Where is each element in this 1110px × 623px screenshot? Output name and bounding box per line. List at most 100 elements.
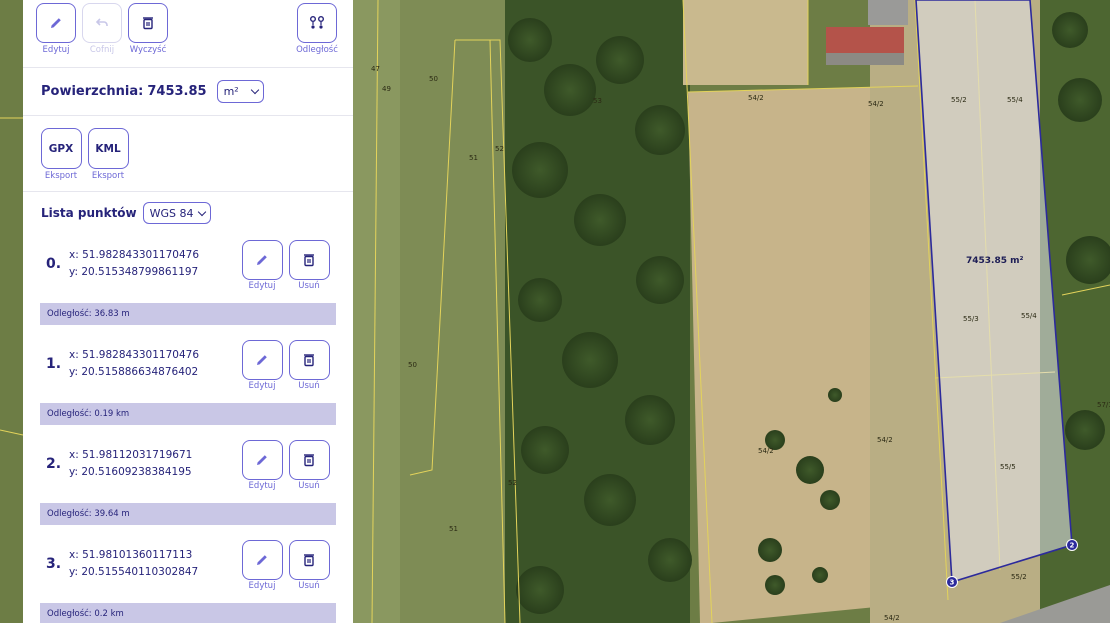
- kml-export-button[interactable]: KML: [87, 128, 129, 169]
- point-delete-button[interactable]: [288, 340, 330, 380]
- pencil-icon: [51, 18, 61, 28]
- point-coords: x: 51.98101360117113 y: 20.5155401103028…: [69, 547, 198, 581]
- chevron-down-icon: [250, 85, 259, 95]
- unit-select[interactable]: m²: [216, 80, 264, 103]
- clear-label: Wyczyść: [129, 45, 167, 55]
- trash-icon: [143, 17, 153, 30]
- parcel-label: 55/2: [951, 96, 967, 104]
- parcel-label: 51: [469, 154, 478, 162]
- point-delete[interactable]: Usuń: [287, 340, 331, 391]
- clear-tool[interactable]: Wyczyść: [126, 3, 170, 55]
- trash-icon: [304, 254, 314, 267]
- parcel-label: 57/1: [1097, 401, 1110, 409]
- undo-icon: [95, 18, 108, 26]
- point-edit-label: Edytuj: [248, 481, 276, 491]
- point-edit-label: Edytuj: [248, 581, 276, 591]
- point-delete[interactable]: Usuń: [287, 440, 331, 491]
- point-item: 3. x: 51.98101360117113 y: 20.5155401103…: [23, 534, 353, 597]
- trash-icon: [304, 454, 314, 467]
- point-edit-button[interactable]: [241, 240, 283, 280]
- parcel-label: 54/2: [877, 436, 893, 444]
- point-edit-button[interactable]: [241, 440, 283, 480]
- export-row: GPX Eksport KML Eksport: [23, 116, 353, 192]
- crs-select[interactable]: WGS 84: [142, 202, 211, 224]
- distance-button[interactable]: [297, 3, 337, 43]
- area-label: Powierzchnia:: [41, 84, 144, 99]
- point-y: y: 20.51609238384195: [69, 466, 192, 478]
- parcel-label: 55/5: [1000, 463, 1016, 471]
- point-edit-label: Edytuj: [248, 281, 276, 291]
- parcel-label: 49: [382, 85, 391, 93]
- point-item: 0. x: 51.982843301170476 y: 20.515348799…: [23, 234, 353, 297]
- segment-distance: Odległość: 0.19 km: [40, 403, 336, 425]
- point-delete-label: Usuń: [298, 481, 320, 491]
- point-edit[interactable]: Edytuj: [240, 340, 284, 391]
- polygon-area-label: 7453.85 m²: [966, 256, 1024, 266]
- point-delete-button[interactable]: [288, 540, 330, 580]
- building-roof: [826, 27, 904, 57]
- point-x: x: 51.98101360117113: [69, 549, 193, 561]
- pencil-icon: [257, 355, 267, 365]
- point-x: x: 51.982843301170476: [69, 249, 199, 261]
- gpx-export[interactable]: GPX Eksport: [39, 128, 83, 181]
- svg-text:3: 3: [950, 579, 955, 587]
- edit-label: Edytuj: [42, 45, 70, 55]
- points-list-title: Lista punktów: [41, 206, 137, 220]
- point-delete-label: Usuń: [298, 381, 320, 391]
- crs-select-value: WGS 84: [149, 206, 194, 220]
- point-delete[interactable]: Usuń: [287, 240, 331, 291]
- parcel-label: 54/2: [884, 614, 900, 622]
- undo-label: Cofnij: [89, 45, 115, 55]
- point-delete-button[interactable]: [288, 440, 330, 480]
- segment-distance: Odległość: 39.64 m: [40, 503, 336, 525]
- point-x: x: 51.982843301170476: [69, 349, 199, 361]
- distance-label: Odległość: [296, 45, 338, 55]
- point-delete-label: Usuń: [298, 281, 320, 291]
- segment-distance: Odległość: 36.83 m: [40, 303, 336, 325]
- gpx-export-label: Eksport: [44, 171, 78, 181]
- parcel-label: 55/4: [1021, 312, 1037, 320]
- toolbar: Edytuj Cofnij Wyczyść Odległość: [23, 0, 353, 68]
- parcel-label: 54/2: [748, 94, 764, 102]
- point-item: 2. x: 51.98112031719671 y: 20.5160923838…: [23, 434, 353, 497]
- undo-tool[interactable]: Cofnij: [80, 3, 124, 55]
- point-edit-button[interactable]: [241, 540, 283, 580]
- measurement-panel: Edytuj Cofnij Wyczyść Odległość Powierzc…: [23, 0, 353, 623]
- parcel-label: 54/2: [758, 447, 774, 455]
- trash-icon: [304, 354, 314, 367]
- point-number: 0.: [46, 256, 62, 272]
- distance-tool[interactable]: Odległość: [295, 3, 339, 55]
- point-edit[interactable]: Edytuj: [240, 240, 284, 291]
- parking: [868, 0, 908, 25]
- gpx-export-button[interactable]: GPX: [40, 128, 82, 169]
- chevron-down-icon: [197, 207, 206, 217]
- vertex-handle-2[interactable]: 2: [1066, 539, 1078, 551]
- segment-distance: Odległość: 0.2 km: [40, 603, 336, 623]
- point-edit[interactable]: Edytuj: [240, 540, 284, 591]
- building-wall: [826, 53, 904, 65]
- kml-export-label: Eksport: [91, 171, 125, 181]
- clear-button[interactable]: [128, 3, 168, 43]
- parcel-label: 54/2: [868, 100, 884, 108]
- point-number: 2.: [46, 456, 62, 472]
- unit-select-value: m²: [223, 85, 239, 98]
- pencil-icon: [257, 255, 267, 265]
- kml-export[interactable]: KML Eksport: [86, 128, 130, 181]
- point-coords: x: 51.982843301170476 y: 20.515886634876…: [69, 347, 199, 381]
- point-edit-label: Edytuj: [248, 381, 276, 391]
- pencil-icon: [257, 555, 267, 565]
- parcel-label: 55/2: [1011, 573, 1027, 581]
- undo-button[interactable]: [82, 3, 122, 43]
- point-delete-button[interactable]: [288, 240, 330, 280]
- point-delete[interactable]: Usuń: [287, 540, 331, 591]
- trash-icon: [304, 554, 314, 567]
- point-coords: x: 51.98112031719671 y: 20.5160923838419…: [69, 447, 192, 481]
- edit-tool[interactable]: Edytuj: [34, 3, 78, 55]
- parcel-label: 55/3: [963, 315, 979, 323]
- vertex-handle-3[interactable]: 3: [946, 576, 958, 588]
- point-edit[interactable]: Edytuj: [240, 440, 284, 491]
- edit-button[interactable]: [36, 3, 76, 43]
- area-value: 7453.85: [147, 84, 207, 99]
- point-y: y: 20.515348799861197: [69, 266, 199, 278]
- point-edit-button[interactable]: [241, 340, 283, 380]
